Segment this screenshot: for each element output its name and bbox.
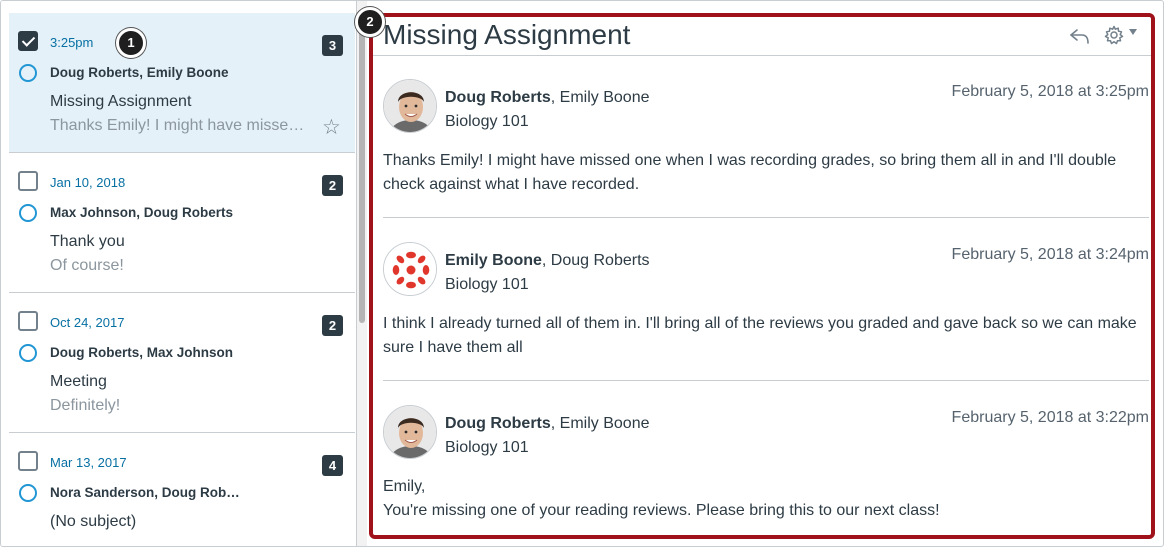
- message-count-badge: 2: [322, 175, 343, 196]
- message-timestamp: February 5, 2018 at 3:22pm: [951, 409, 1149, 426]
- message-body: Emily, You're missing one of your readin…: [383, 475, 1149, 523]
- avatar: [383, 242, 437, 296]
- message-recipients: , Emily Boone: [550, 89, 650, 106]
- chevron-down-icon[interactable]: [1129, 29, 1137, 35]
- conversation-checkbox[interactable]: [18, 451, 38, 471]
- conversation-subject: Thank you: [50, 233, 125, 250]
- conversation-date: Jan 10, 2018: [50, 175, 126, 190]
- conversation-item[interactable]: Mar 13, 2017 4 Nora Sanderson, Doug Rob……: [9, 433, 355, 546]
- message-author: Emily Boone: [445, 252, 542, 269]
- message-divider: [383, 217, 1149, 218]
- message-participants: Doug Roberts, Emily Boone: [445, 415, 650, 433]
- conversation-participants: Doug Roberts, Emily Boone: [50, 65, 229, 80]
- conversation-detail-panel: Missing Assignment Doug Roberts, Emily B…: [369, 13, 1155, 539]
- message-count-badge: 3: [322, 35, 343, 56]
- conversation-participants: Doug Roberts, Max Johnson: [50, 345, 234, 360]
- conversation-checkbox[interactable]: [18, 171, 38, 191]
- conversation-item[interactable]: Oct 24, 2017 2 Doug Roberts, Max Johnson…: [9, 293, 355, 433]
- conversation-list: 3:25pm 3 Doug Roberts, Emily Boone Missi…: [1, 1, 357, 546]
- reply-icon[interactable]: [1069, 27, 1091, 45]
- message-course: Biology 101: [445, 113, 529, 130]
- conversation-preview: Of course!: [50, 257, 124, 274]
- conversation-participants: Max Johnson, Doug Roberts: [50, 205, 234, 220]
- conversation-date: Mar 13, 2017: [50, 455, 127, 470]
- conversation-participants: Nora Sanderson, Doug Rob…: [50, 485, 240, 500]
- callout-badge-2: 2: [355, 7, 385, 37]
- message-author: Doug Roberts: [445, 89, 551, 106]
- conversation-item[interactable]: 3:25pm 3 Doug Roberts, Emily Boone Missi…: [9, 13, 355, 153]
- conversation-list-scrollbar[interactable]: [357, 1, 367, 546]
- message-participants: Doug Roberts, Emily Boone: [445, 89, 650, 107]
- message-course: Biology 101: [445, 276, 529, 293]
- conversation-preview: Thanks Emily! I might have missed one wh…: [50, 117, 305, 134]
- message-timestamp: February 5, 2018 at 3:24pm: [951, 246, 1149, 263]
- message-body: I think I already turned all of them in.…: [383, 315, 1137, 356]
- message-body-line: Emily,: [383, 478, 426, 495]
- conversation-date: Oct 24, 2017: [50, 315, 125, 330]
- message-divider: [383, 380, 1149, 381]
- read-status-toggle[interactable]: [19, 204, 37, 222]
- title-divider: [373, 55, 1151, 56]
- person-photo-avatar-icon: [384, 406, 436, 458]
- conversation-subject: (No subject): [50, 513, 137, 530]
- conversation-checkbox[interactable]: [18, 31, 38, 51]
- conversation-item[interactable]: Jan 10, 2018 2 Max Johnson, Doug Roberts…: [9, 153, 355, 293]
- conversation-title: Missing Assignment: [383, 19, 631, 50]
- read-status-toggle[interactable]: [19, 484, 37, 502]
- message-count-badge: 2: [322, 315, 343, 336]
- scrollbar-thumb[interactable]: [359, 13, 365, 323]
- gear-icon[interactable]: [1104, 25, 1124, 45]
- conversation-date: 3:25pm: [50, 35, 94, 50]
- inbox-window: 3:25pm 3 Doug Roberts, Emily Boone Missi…: [0, 0, 1164, 547]
- star-icon[interactable]: ☆: [322, 117, 341, 138]
- read-status-toggle[interactable]: [19, 64, 37, 82]
- avatar: [383, 79, 437, 133]
- message-participants: Emily Boone, Doug Roberts: [445, 252, 650, 270]
- message-course: Biology 101: [445, 439, 529, 456]
- message-count-badge: 4: [322, 455, 343, 476]
- person-photo-avatar-icon: [384, 80, 436, 132]
- message-recipients: , Emily Boone: [550, 415, 650, 432]
- message-body-line: You're missing one of your reading revie…: [383, 502, 940, 519]
- conversation-preview: Definitely!: [50, 397, 121, 414]
- conversation-checkbox[interactable]: [18, 311, 38, 331]
- conversation-subject: Missing Assignment: [50, 93, 192, 110]
- message-timestamp: February 5, 2018 at 3:25pm: [951, 83, 1149, 100]
- canvas-logo-icon: [384, 243, 436, 295]
- message-author: Doug Roberts: [445, 415, 551, 432]
- avatar: [383, 405, 437, 459]
- conversation-subject: Meeting: [50, 373, 107, 390]
- message-recipients: , Doug Roberts: [541, 252, 650, 269]
- message-body: Thanks Emily! I might have missed one wh…: [383, 152, 1117, 193]
- callout-badge-1: 1: [116, 28, 146, 58]
- read-status-toggle[interactable]: [19, 344, 37, 362]
